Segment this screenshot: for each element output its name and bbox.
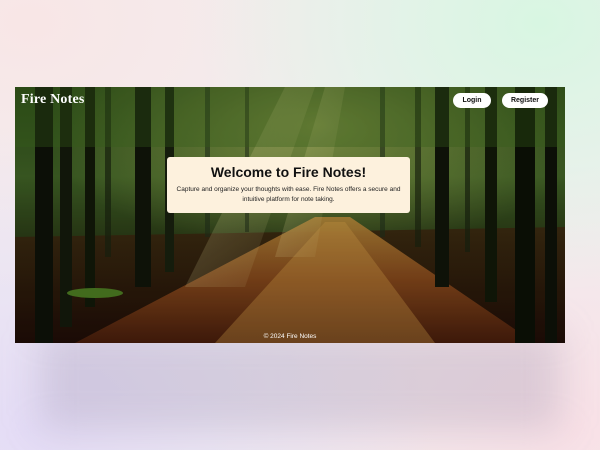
forest-background-image (15, 87, 565, 343)
app-window: Fire Notes Login Register Welcome to Fir… (15, 87, 565, 343)
login-button[interactable]: Login (453, 93, 491, 108)
window-shadow (40, 330, 560, 430)
register-button[interactable]: Register (502, 93, 548, 108)
welcome-card: Welcome to Fire Notes! Capture and organ… (167, 157, 410, 213)
welcome-title: Welcome to Fire Notes! (210, 164, 367, 180)
footer-copyright: © 2024 Fire Notes (263, 333, 317, 340)
brand-logo[interactable]: Fire Notes (21, 92, 85, 108)
welcome-description: Capture and organize your thoughts with … (176, 186, 401, 203)
